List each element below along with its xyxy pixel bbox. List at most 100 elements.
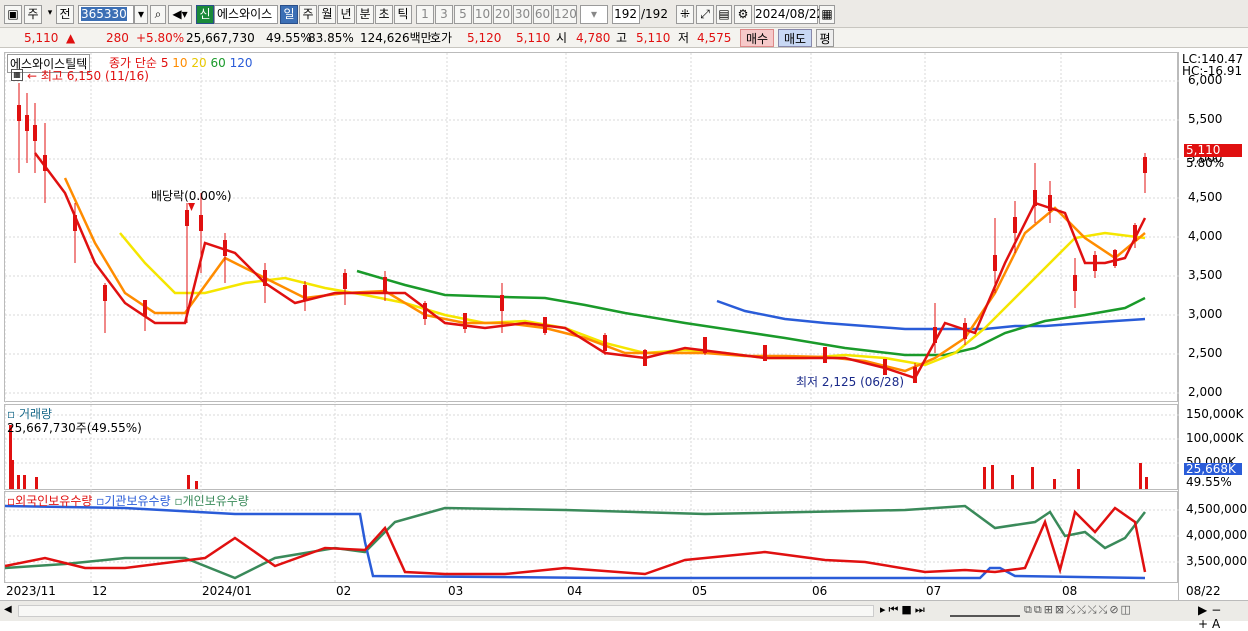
crosshair-icon[interactable]: ⁜ [676, 5, 694, 24]
drawing-tools[interactable]: ⧉⧉⊞⊠⤯⤯⤯⤯⊘◫ [1024, 603, 1133, 617]
interval-10[interactable]: 10 [473, 5, 492, 24]
new-listing-badge: 신 [196, 5, 214, 24]
holdings-y-tick: 3,500,000 [1186, 554, 1248, 568]
x-tick-label: 06 [812, 584, 828, 598]
volume-bar [187, 475, 190, 489]
speaker-icon[interactable]: ◀▾ [168, 5, 192, 24]
holdings-y-tick: 4,000,000 [1186, 528, 1248, 542]
x-tick-label: 2023/11 [6, 584, 56, 598]
interval-dropdown[interactable]: ▾ [580, 5, 608, 24]
chart-scrollbar[interactable]: ◀ ▸⏮■⏭ ⧉⧉⊞⊠⤯⤯⤯⤯⊘◫ ▶−+A [0, 600, 1248, 631]
period-week[interactable]: 주 [299, 5, 317, 24]
candle-body [643, 350, 647, 366]
zoom-controls[interactable]: ▶−+A [1198, 603, 1248, 631]
low-label: 저 [678, 31, 690, 45]
candle-body [1013, 217, 1017, 233]
open-price: 4,780 [576, 31, 611, 45]
candle-body [423, 303, 427, 319]
foreign-holdings-line [4, 506, 1147, 576]
x-tick-label: 02 [336, 584, 352, 598]
period-year[interactable]: 년 [337, 5, 355, 24]
price-y-tick: 5,500 [1188, 112, 1223, 126]
period-day[interactable]: 일 [280, 5, 298, 24]
price-y-tick: 3,000 [1188, 307, 1223, 321]
institution-holdings-line [4, 504, 1146, 580]
stock-code-input[interactable]: 365330 [78, 5, 134, 24]
playback-controls[interactable]: ▸⏮■⏭ [880, 603, 928, 617]
ask-price: 5,120 [467, 31, 502, 45]
period-second[interactable]: 초 [375, 5, 393, 24]
high-price: 5,110 [636, 31, 671, 45]
data-count-total: /192 [641, 7, 668, 21]
legend-foreign: ▫외국인보유수량 [7, 494, 93, 508]
volume-bar [35, 477, 38, 489]
stock-name-field[interactable]: 에스와이스 [214, 5, 278, 24]
open-label: 시 [556, 31, 568, 45]
x-tick-label: 12 [92, 584, 108, 598]
candle-body [1143, 157, 1147, 173]
candle-body [1113, 250, 1117, 266]
candle-body [223, 240, 227, 256]
date-input[interactable]: 2024/08/22 [754, 5, 824, 24]
code-dropdown-icon[interactable]: ▾ [134, 5, 148, 24]
volume-bar [1053, 479, 1056, 489]
up-arrow-icon: ▲ [66, 31, 76, 45]
volume-panel[interactable]: ▫ 거래량 25,667,730주(49.55%) [4, 404, 1179, 491]
interval-1[interactable]: 1 [416, 5, 434, 24]
volume-bar [1077, 469, 1080, 489]
layout-icon[interactable]: ▣ [4, 5, 22, 24]
trade-amount: 124,626백만 [360, 31, 432, 45]
calendar-icon[interactable]: ▦ [819, 5, 835, 24]
zoom-slider[interactable] [950, 603, 1020, 617]
buy-button[interactable]: 매수 [740, 29, 774, 47]
sell-button[interactable]: 매도 [778, 29, 812, 47]
x-axis: 2023/11 12 2024/01 02 03 04 05 06 07 08 [4, 583, 1178, 600]
interval-120[interactable]: 120 [553, 5, 577, 24]
candle-body [1048, 195, 1052, 211]
candle-body [1033, 190, 1037, 206]
x-tick-label: 07 [926, 584, 942, 598]
search-icon[interactable]: ⌕ [150, 5, 166, 24]
price-chart-panel[interactable]: 에스와이스틸텍 종가 단순 5 10 20 60 120 ← 최고 6,150 … [4, 52, 1179, 403]
quote-bar: 5,110 ▲ 280 +5.80% 25,667,730 49.55% 83.… [0, 28, 1248, 48]
ma-10: 10 [172, 56, 188, 70]
volume-bar [1031, 467, 1034, 489]
high-annotation: ← 최고 6,150 (11/16) [27, 69, 149, 83]
table-icon[interactable]: ▦ [11, 69, 23, 81]
price-y-tick: 2,500 [1188, 346, 1223, 360]
candle-body [823, 347, 827, 363]
interval-60[interactable]: 60 [533, 5, 552, 24]
volume-bar [1011, 475, 1014, 489]
chevron-down-icon[interactable]: ▾ [44, 5, 56, 24]
candle-body [263, 270, 267, 286]
price-y-tick: 6,000 [1188, 73, 1223, 87]
save-icon[interactable]: ▤ [716, 5, 732, 24]
interval-20[interactable]: 20 [493, 5, 512, 24]
hoga-label: 호가 [430, 31, 453, 45]
period-tick[interactable]: 틱 [394, 5, 412, 24]
scroll-track[interactable] [18, 605, 874, 617]
tab-prev[interactable]: 전 [56, 5, 74, 24]
candle-body [913, 367, 917, 383]
draw-line-icon[interactable]: ⤢ [696, 5, 714, 24]
price-y-tick: 3,500 [1188, 268, 1223, 282]
change-percent: +5.80% [136, 31, 185, 45]
holdings-panel[interactable]: ▫외국인보유수량 ▫기관보유수량 ▫개인보유수량 [4, 491, 1179, 584]
tab-stock[interactable]: 주 [24, 5, 42, 24]
ma-120: 120 [229, 56, 253, 70]
interval-3[interactable]: 3 [435, 5, 453, 24]
interval-30[interactable]: 30 [513, 5, 532, 24]
data-count-input[interactable]: 192 [612, 5, 640, 24]
ma-60: 60 [210, 56, 226, 70]
candle-body [463, 313, 467, 329]
period-minute[interactable]: 분 [356, 5, 374, 24]
gear-icon[interactable]: ⚙ [734, 5, 752, 24]
candle-body [43, 155, 47, 171]
candle-body [103, 285, 107, 301]
eval-button[interactable]: 평 [816, 29, 834, 47]
price-y-tick: 2,000 [1188, 385, 1223, 399]
scroll-left-icon[interactable]: ◀ [4, 604, 12, 615]
individual-holdings-line [4, 504, 1146, 580]
interval-5[interactable]: 5 [454, 5, 472, 24]
period-month[interactable]: 월 [318, 5, 336, 24]
